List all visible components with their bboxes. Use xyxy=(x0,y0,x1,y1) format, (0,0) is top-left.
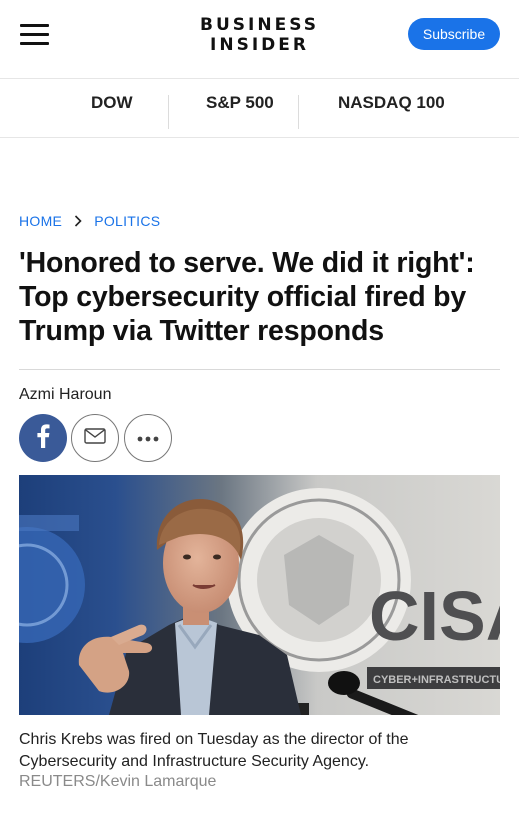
cisa-sign-text: CISA xyxy=(369,577,500,655)
headline-divider xyxy=(19,369,500,370)
facebook-share-button[interactable] xyxy=(19,414,67,462)
breadcrumb-politics-link[interactable]: POLITICS xyxy=(94,213,160,229)
ticker-divider xyxy=(168,95,169,129)
breadcrumb: HOME POLITICS xyxy=(19,213,160,229)
breadcrumb-home-link[interactable]: HOME xyxy=(19,213,62,229)
ticker-sp500[interactable]: S&P 500 xyxy=(206,93,274,113)
more-share-options-button[interactable] xyxy=(124,414,172,462)
image-caption: Chris Krebs was fired on Tuesday as the … xyxy=(19,731,409,770)
article-headline: 'Honored to serve. We did it right': Top… xyxy=(19,247,475,347)
email-share-button[interactable] xyxy=(71,414,119,462)
site-header: BUSINESS INSIDER Subscribe xyxy=(0,0,519,79)
ticker-dow[interactable]: DOW xyxy=(91,93,133,113)
mail-icon xyxy=(84,427,106,449)
ticker-divider xyxy=(298,95,299,129)
article-hero-image: CISA CYBER+INFRASTRUCTURE xyxy=(19,475,500,715)
author-name[interactable]: Azmi Haroun xyxy=(19,386,111,404)
cisa-sign-subtext: CYBER+INFRASTRUCTURE xyxy=(373,674,500,686)
market-ticker-bar: DOW S&P 500 NASDAQ 100 xyxy=(0,79,519,138)
chevron-right-icon xyxy=(74,215,82,227)
more-icon xyxy=(137,429,159,447)
image-credit: REUTERS/Kevin Lamarque xyxy=(19,773,217,790)
ticker-nasdaq100[interactable]: NASDAQ 100 xyxy=(338,93,445,113)
subscribe-button[interactable]: Subscribe xyxy=(408,18,500,50)
facebook-icon xyxy=(36,423,50,453)
